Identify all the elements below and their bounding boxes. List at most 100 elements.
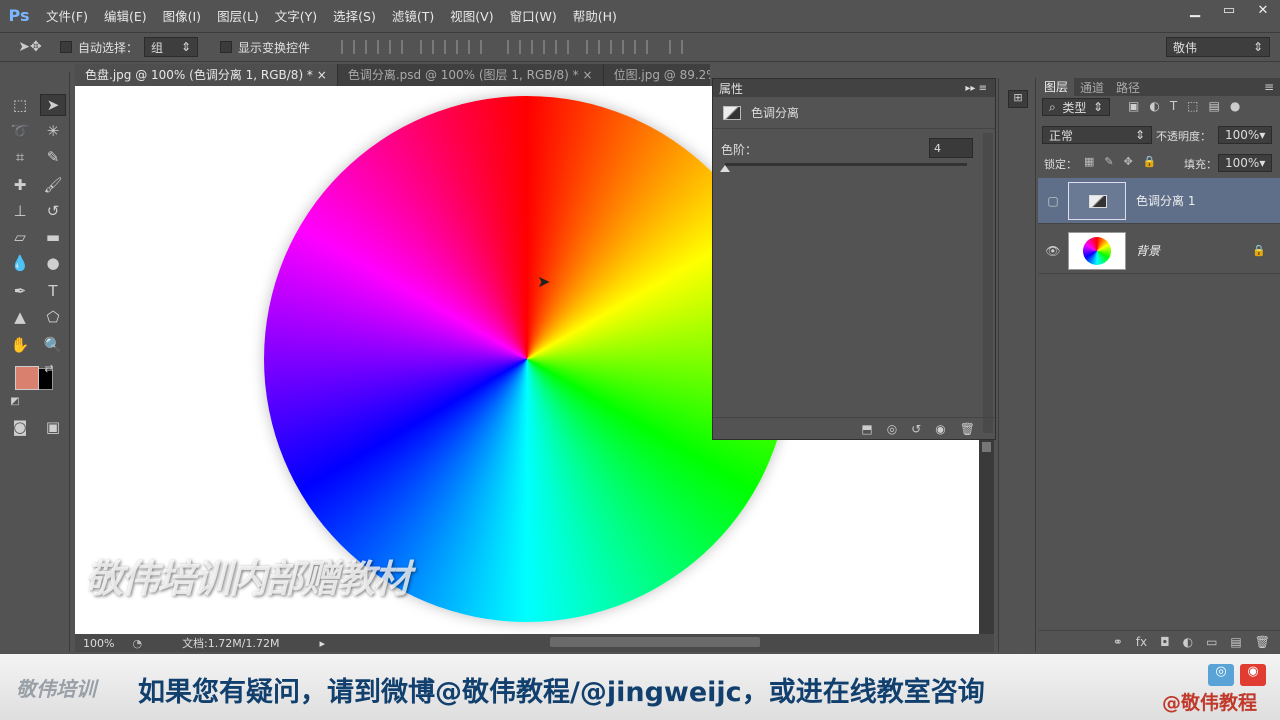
adjustment-filter-icon[interactable]: ◐ — [1149, 99, 1159, 113]
maximize-icon[interactable]: ▭ — [1212, 0, 1246, 20]
menu-select[interactable]: 选择(S) — [325, 6, 384, 25]
doc-tab[interactable]: 色调分离.psd @ 100% (图层 1, RGB/8) * × — [338, 64, 604, 86]
levels-slider-knob[interactable] — [720, 165, 730, 172]
visibility-off-icon[interactable]: ▢ — [1044, 194, 1062, 208]
workspace-dropdown[interactable]: 敬伟 ⇕ — [1166, 37, 1270, 57]
menu-layer[interactable]: 图层(L) — [209, 6, 267, 25]
vertical-scrollbar[interactable] — [979, 440, 994, 634]
align-left-icon[interactable] — [420, 40, 435, 54]
align-vcenter-icon[interactable] — [365, 40, 380, 54]
panel-menu-icon[interactable]: ≡ — [1264, 80, 1274, 94]
menu-filter[interactable]: 滤镜(T) — [384, 6, 442, 25]
delete-icon[interactable]: 🗑 — [960, 422, 975, 436]
layer-style-icon[interactable]: fx — [1136, 635, 1147, 649]
auto-align-icon[interactable] — [669, 40, 684, 54]
levels-slider-track[interactable] — [725, 163, 967, 166]
new-group-icon[interactable]: ▭ — [1206, 635, 1217, 649]
align-bottom-icon[interactable] — [389, 40, 404, 54]
layer-row[interactable]: 👁 背景 🔒 — [1038, 228, 1280, 274]
menu-window[interactable]: 窗口(W) — [502, 6, 565, 25]
distribute-bottom-icon[interactable] — [555, 40, 570, 54]
show-transform-checkbox[interactable] — [220, 41, 233, 53]
lock-position-icon[interactable]: ✥ — [1124, 155, 1133, 168]
layer-name[interactable]: 背景 — [1136, 242, 1160, 259]
dodge-tool-icon[interactable]: ● — [40, 252, 66, 274]
default-colors-icon[interactable]: ◩ — [8, 394, 22, 408]
align-right-icon[interactable] — [468, 40, 483, 54]
auto-select-checkbox[interactable] — [60, 41, 72, 53]
tab-paths[interactable]: 路径 — [1110, 79, 1146, 96]
lock-all-icon[interactable]: 🔒 — [1143, 155, 1157, 168]
eraser-icon[interactable]: ▱ — [7, 226, 33, 248]
distribute-top-icon[interactable] — [507, 40, 522, 54]
levels-input[interactable]: 4 — [929, 138, 973, 158]
eye-icon[interactable]: 👁 — [1044, 244, 1062, 258]
lasso-tool-icon[interactable]: ➰ — [7, 120, 33, 142]
blend-mode-dropdown[interactable]: 正常 ⇕ — [1042, 126, 1152, 144]
eyedropper-icon[interactable]: ✎ — [40, 146, 66, 168]
minimize-icon[interactable]: ▁ — [1178, 0, 1212, 20]
quick-mask-icon[interactable]: ◙ — [7, 416, 33, 438]
properties-panel-icon[interactable]: ⊞ — [1008, 90, 1028, 108]
move-tool-icon[interactable]: ➤ — [40, 94, 66, 116]
status-arrow-icon[interactable]: ▸ — [319, 637, 325, 650]
menu-edit[interactable]: 编辑(E) — [96, 6, 155, 25]
gradient-tool-icon[interactable]: ▬ — [40, 226, 66, 248]
smart-object-filter-icon[interactable]: ▤ — [1209, 99, 1220, 113]
layer-name[interactable]: 色调分离 1 — [1136, 192, 1195, 209]
pixel-filter-icon[interactable]: ▣ — [1128, 99, 1139, 113]
doc-tab[interactable]: 位图.jpg @ 89.2% (灰色/8) — [604, 64, 710, 86]
brush-tool-icon[interactable]: 🖌 — [40, 174, 66, 196]
blur-tool-icon[interactable]: 💧 — [7, 252, 33, 274]
align-hcenter-icon[interactable] — [444, 40, 459, 54]
fill-input[interactable]: 100% ▾ — [1218, 154, 1272, 172]
shape-tool-icon[interactable]: ⬠ — [40, 306, 66, 328]
zoom-tool-icon[interactable]: 🔍 — [40, 334, 66, 356]
properties-scrollbar[interactable] — [983, 133, 993, 433]
link-layers-icon[interactable]: ⚭ — [1113, 635, 1123, 649]
clone-stamp-icon[interactable]: ⊥ — [7, 200, 33, 222]
reset-icon[interactable]: ↺ — [911, 422, 921, 436]
clip-to-layer-icon[interactable]: ⬒ — [861, 422, 872, 436]
add-mask-icon[interactable]: ◘ — [1160, 635, 1170, 649]
healing-brush-icon[interactable]: ✚ — [7, 174, 33, 196]
scroll-thumb[interactable] — [982, 442, 991, 452]
horizontal-scroll-thumb[interactable] — [550, 637, 760, 647]
visibility-icon[interactable]: ◉ — [935, 422, 945, 436]
path-select-icon[interactable]: ▲ — [7, 306, 33, 328]
menu-image[interactable]: 图像(I) — [155, 6, 209, 25]
view-previous-icon[interactable]: ◎ — [887, 422, 897, 436]
menu-file[interactable]: 文件(F) — [38, 6, 96, 25]
zoom-level[interactable]: 100% — [83, 637, 114, 650]
close-tab-icon[interactable]: × — [317, 68, 327, 82]
history-brush-icon[interactable]: ↺ — [40, 200, 66, 222]
lock-pixels-icon[interactable]: ✎ — [1104, 155, 1113, 168]
status-info-icon[interactable]: ◔ — [132, 637, 142, 650]
layer-row[interactable]: ▢ 色调分离 1 — [1038, 178, 1280, 224]
screen-mode-icon[interactable]: ▣ — [40, 416, 66, 438]
new-adjustment-icon[interactable]: ◐ — [1183, 635, 1193, 649]
tab-layers[interactable]: 图层 — [1038, 78, 1075, 96]
distribute-left-icon[interactable] — [586, 40, 601, 54]
doc-tab[interactable]: 色盘.jpg @ 100% (色调分离 1, RGB/8) * × — [75, 64, 338, 86]
delete-layer-icon[interactable]: 🗑 — [1255, 635, 1270, 649]
magic-wand-icon[interactable]: ✳ — [40, 120, 66, 142]
close-tab-icon[interactable]: × — [583, 68, 593, 82]
crop-tool-icon[interactable]: ⌗ — [7, 146, 33, 168]
shape-filter-icon[interactable]: ⬚ — [1187, 99, 1198, 113]
marquee-tool-icon[interactable]: ⬚ — [7, 94, 33, 116]
lock-transparent-icon[interactable]: ▦ — [1084, 155, 1094, 168]
menu-view[interactable]: 视图(V) — [442, 6, 501, 25]
foreground-color-swatch[interactable] — [15, 366, 39, 390]
type-tool-icon[interactable]: T — [40, 280, 66, 302]
panel-menu-icon[interactable]: ▸▸ ≡ — [965, 83, 987, 94]
opacity-input[interactable]: 100% ▾ — [1218, 126, 1272, 144]
menu-help[interactable]: 帮助(H) — [565, 6, 625, 25]
distribute-right-icon[interactable] — [634, 40, 649, 54]
move-tool-icon[interactable]: ➤✥ — [0, 39, 60, 55]
pen-tool-icon[interactable]: ✒ — [7, 280, 33, 302]
distribute-vcenter-icon[interactable] — [531, 40, 546, 54]
layer-filter-dropdown[interactable]: ⌕ 类型 ⇕ — [1042, 98, 1110, 116]
swap-colors-icon[interactable]: ⇄ — [42, 361, 56, 375]
tab-channels[interactable]: 通道 — [1074, 79, 1110, 96]
